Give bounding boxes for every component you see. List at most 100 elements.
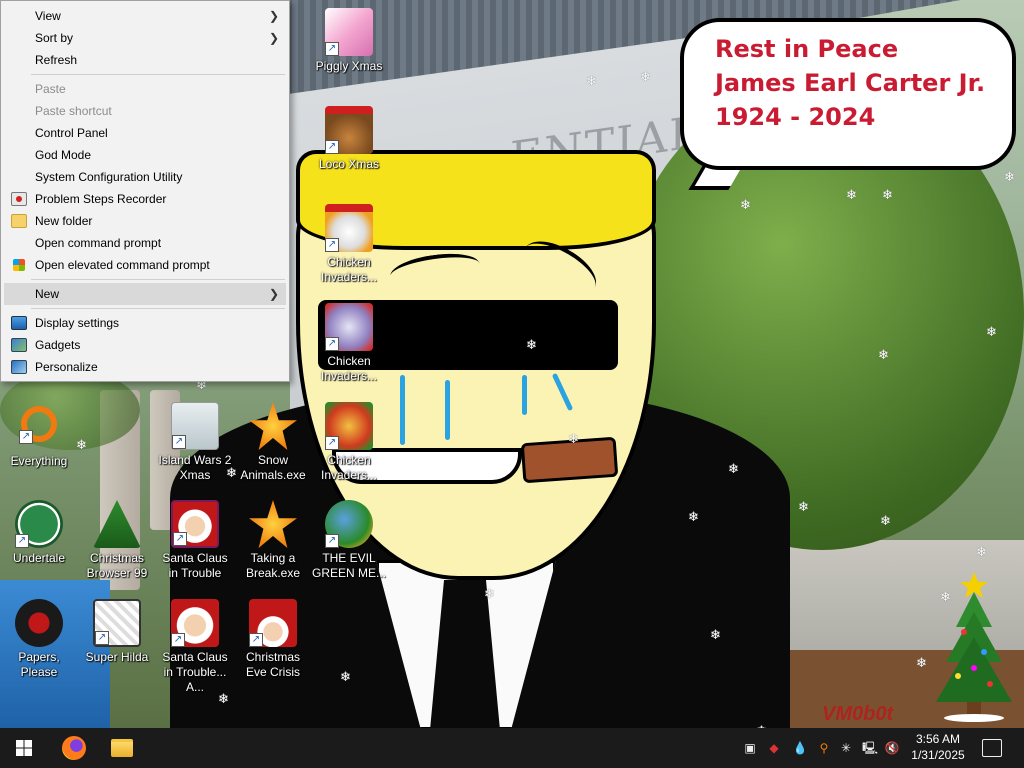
desktop-icon-chicken-invaders-2[interactable]: ↗ Chicken Invaders... (310, 303, 388, 393)
chicken-invaders-icon: ↗ (325, 204, 373, 252)
clock-time: 3:56 AM (915, 732, 961, 746)
menu-item-new-folder[interactable]: New folder (1, 210, 289, 232)
bubble-line: James Earl Carter Jr. (715, 69, 986, 97)
desktop-icon-taking-break[interactable]: Taking a Break.exe (234, 500, 312, 590)
taskbar-firefox[interactable] (50, 728, 98, 768)
menu-item-control-panel[interactable]: Control Panel (1, 122, 289, 144)
menu-item-problem-steps-recorder[interactable]: Problem Steps Recorder (1, 188, 289, 210)
menu-item-label: God Mode (35, 148, 92, 162)
snowflake-icon: ❄ (798, 499, 809, 514)
desktop-icon-label: Chicken Invaders... (320, 255, 378, 284)
notification-center-icon[interactable] (982, 739, 1002, 757)
desktop-icon-label: Piggly Xmas (315, 59, 383, 73)
menu-item-personalize[interactable]: Personalize (1, 356, 289, 378)
super-hilda-icon: ↗ (93, 599, 141, 647)
desktop-context-menu: View ❯ Sort by ❯ Refresh Paste Paste sho… (0, 0, 290, 382)
snowflake-icon: ❄ (882, 187, 893, 202)
snowflake-icon: ❄ (878, 347, 889, 362)
menu-item-label: Paste shortcut (35, 104, 112, 118)
menu-item-open-command-prompt[interactable]: Open command prompt (1, 232, 289, 254)
desktop-icon-label: Everything (10, 454, 68, 468)
desktop-icon-santa-claus[interactable]: ↗ Santa Claus in Trouble (156, 500, 234, 590)
tray-app-icon[interactable]: ▣ (742, 740, 758, 756)
desktop-icon-santa-claus-a[interactable]: ↗ Santa Claus in Trouble... A... (156, 599, 234, 694)
desktop-icon-label: Santa Claus in Trouble (162, 551, 228, 580)
menu-item-god-mode[interactable]: God Mode (1, 144, 289, 166)
desktop-icon-chicken-invaders-1[interactable]: ↗ Chicken Invaders... (310, 204, 388, 294)
menu-item-label: Personalize (35, 360, 98, 374)
menu-separator (31, 308, 285, 309)
menu-item-refresh[interactable]: Refresh (1, 49, 289, 71)
desktop-icon-label: Undertale (12, 551, 66, 565)
menu-item-system-configuration[interactable]: System Configuration Utility (1, 166, 289, 188)
desktop-icon-papers-please[interactable]: Papers, Please (0, 599, 78, 689)
tray-snowflake-icon[interactable]: ✳ (838, 740, 854, 756)
clock-date: 1/31/2025 (911, 748, 965, 762)
desktop-icon-loco-xmas[interactable]: ↗ Loco Xmas (310, 106, 388, 196)
menu-item-label: New folder (35, 214, 93, 228)
firefox-icon (62, 736, 86, 760)
desktop-icon-everything[interactable]: ↗ Everything (0, 402, 78, 492)
tray-drop-icon[interactable]: 💧 (792, 740, 808, 756)
snowflake-icon: ❄ (976, 544, 987, 559)
tray-search-icon[interactable]: ⚲ (816, 740, 832, 756)
menu-item-new[interactable]: New ❯ (4, 283, 286, 305)
menu-item-paste-shortcut: Paste shortcut (1, 100, 289, 122)
desktop-icon-island-wars[interactable]: ↗ Island Wars 2 Xmas (156, 402, 234, 492)
desktop-icon-label: Chicken Invaders... (320, 453, 378, 482)
menu-item-label: Sort by (35, 31, 74, 45)
snowflake-icon: ❄ (526, 337, 537, 352)
tray-security-icon[interactable]: ◆ (766, 740, 782, 756)
chicken-invaders-icon: ↗ (325, 402, 373, 450)
desktop-icon-snow-animals[interactable]: Snow Animals.exe (234, 402, 312, 492)
menu-item-view[interactable]: View ❯ (1, 5, 289, 27)
taskbar-file-explorer[interactable] (98, 728, 146, 768)
desktop-icon-label: Island Wars 2 Xmas (158, 453, 232, 482)
desktop-icon-piggly-xmas[interactable]: ↗ Piggly Xmas (310, 8, 388, 98)
speech-bubble-text: Rest in Peace James Earl Carter Jr. 1924… (715, 32, 1005, 134)
chicken-invaders-icon: ↗ (325, 303, 373, 351)
menu-item-open-elevated-command-prompt[interactable]: Open elevated command prompt (1, 254, 289, 276)
menu-item-gadgets[interactable]: Gadgets (1, 334, 289, 356)
christmas-eve-crisis-icon: ↗ (249, 599, 297, 647)
desktop-icon-label: Snow Animals.exe (240, 453, 306, 482)
start-button[interactable] (0, 728, 48, 768)
menu-item-label: System Configuration Utility (35, 170, 183, 184)
desktop-icon-chicken-invaders-3[interactable]: ↗ Chicken Invaders... (310, 402, 388, 492)
windows-shield-icon (13, 259, 25, 271)
taking-break-icon (249, 500, 297, 548)
taskbar: ▣ ◆ 💧 ⚲ ✳ 🖳 🔇 3:56 AM 1/31/2025 (0, 728, 1024, 768)
menu-item-label: New (35, 287, 60, 301)
desktop-icon-super-hilda[interactable]: ↗ Super Hilda (78, 599, 156, 689)
piggly-xmas-icon: ↗ (325, 8, 373, 56)
everything-search-icon: ↗ (19, 406, 57, 444)
menu-item-label: Gadgets (35, 338, 81, 352)
network-icon[interactable]: 🖳 (862, 740, 878, 756)
christmas-browser-icon (93, 500, 141, 548)
snowflake-icon: ❄ (846, 187, 857, 202)
desktop-icon-christmas-eve-crisis[interactable]: ↗ Christmas Eve Crisis (234, 599, 312, 689)
volume-muted-icon[interactable]: 🔇 (884, 740, 900, 756)
snowflake-icon: ❄ (640, 69, 651, 84)
chevron-right-icon: ❯ (268, 31, 279, 45)
menu-item-sort-by[interactable]: Sort by ❯ (1, 27, 289, 49)
bubble-line: 1924 - 2024 (715, 103, 876, 131)
loco-xmas-icon: ↗ (325, 106, 373, 154)
desktop-icon-christmas-browser[interactable]: Christmas Browser 99 (78, 500, 156, 590)
snowflake-icon: ❄ (340, 669, 351, 684)
snowflake-icon: ❄ (880, 513, 891, 528)
santa-icon: ↗ (171, 599, 219, 647)
papers-please-icon (15, 599, 63, 647)
snowflake-icon: ❄ (484, 586, 495, 601)
bubble-line: Rest in Peace (715, 35, 899, 63)
snow-animals-icon (249, 402, 297, 450)
menu-separator (31, 279, 285, 280)
menu-item-label: Open command prompt (35, 236, 162, 250)
desktop-icon-undertale[interactable]: ↗ Undertale (0, 500, 78, 590)
menu-item-label: Control Panel (35, 126, 108, 140)
cartoon-tear (400, 375, 405, 445)
menu-item-display-settings[interactable]: Display settings (1, 312, 289, 334)
taskbar-clock[interactable]: 3:56 AM 1/31/2025 (902, 731, 974, 763)
santa-icon: ↗ (171, 500, 219, 548)
desktop-icon-evil-green[interactable]: ↗ THE EVIL GREEN ME... (310, 500, 388, 590)
